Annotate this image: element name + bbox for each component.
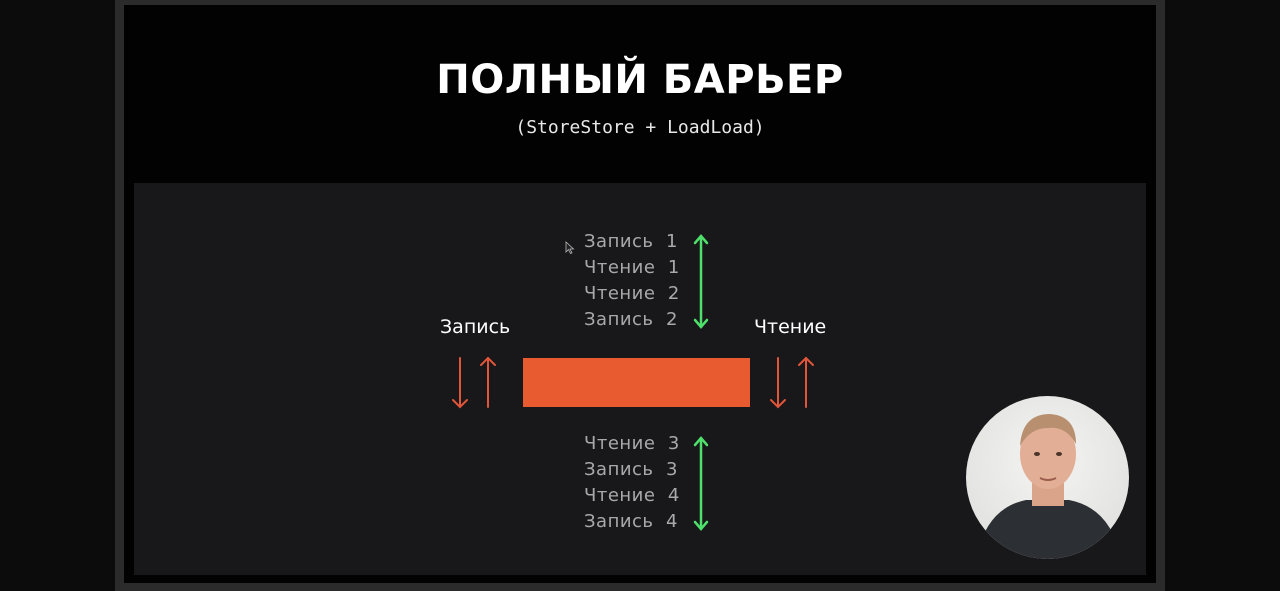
presenter-avatar-icon	[976, 414, 1121, 559]
slide-subtitle: (StoreStore + LoadLoad)	[515, 117, 765, 138]
op-below-2: Запись 3	[584, 459, 678, 480]
op-below-3: Чтение 4	[584, 485, 680, 506]
mouse-cursor-icon	[565, 241, 575, 255]
op-above-2: Чтение 1	[584, 257, 680, 278]
op-above-4: Запись 2	[584, 309, 678, 330]
write-reorder-arrows-icon	[452, 356, 496, 409]
op-above-3: Чтение 2	[584, 283, 680, 304]
slide-title: ПОЛНЫЙ БАРЬЕР	[436, 57, 844, 103]
double-arrow-green-bottom-icon	[693, 436, 709, 531]
double-arrow-green-top-icon	[693, 234, 709, 329]
left-label-write: Запись	[440, 316, 511, 338]
op-below-4: Запись 4	[584, 511, 678, 532]
webcam-presenter	[966, 396, 1129, 559]
op-below-1: Чтение 3	[584, 433, 680, 454]
read-reorder-arrows-icon	[770, 356, 814, 409]
op-above-1: Запись 1	[584, 231, 678, 252]
right-label-read: Чтение	[754, 316, 827, 338]
barrier-block	[523, 358, 750, 407]
